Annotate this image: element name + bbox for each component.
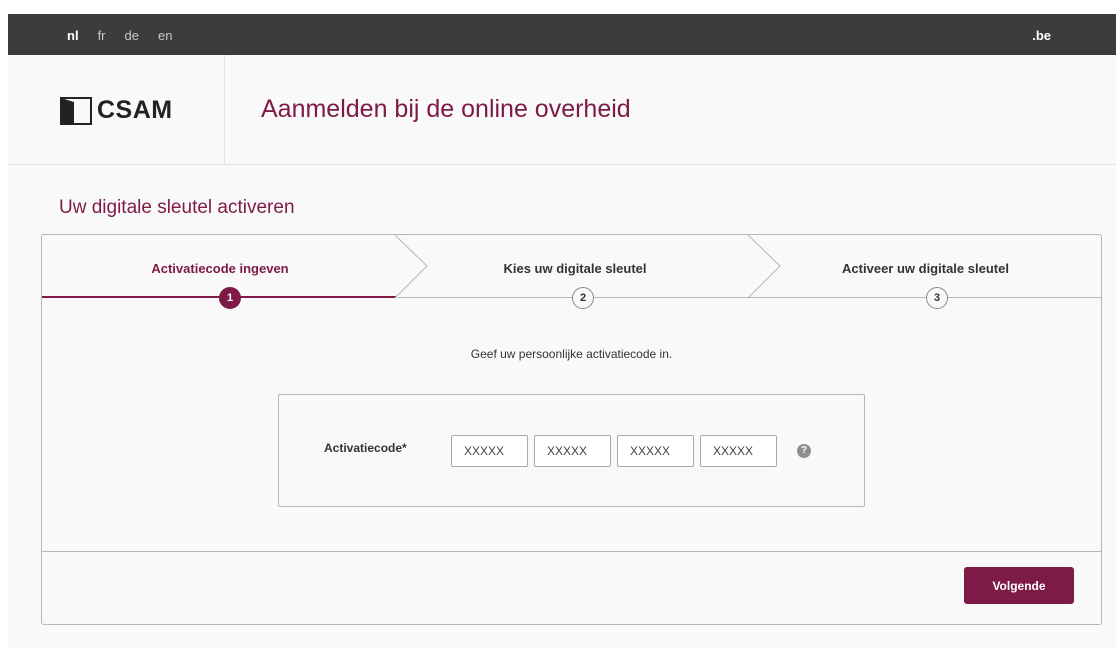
next-button[interactable]: Volgende [964, 567, 1074, 604]
site-title: Aanmelden bij de online overheid [261, 95, 631, 123]
step-2-number: 2 [572, 287, 594, 309]
instruction-text: Geef uw persoonlijke activatiecode in. [470, 347, 673, 361]
language-de[interactable]: de [125, 28, 139, 43]
activation-code-field-4[interactable] [700, 435, 777, 467]
csam-door-icon [60, 96, 92, 125]
top-bar: nl fr de en .be [8, 14, 1116, 55]
activation-code-field-3[interactable] [617, 435, 694, 467]
activation-code-field-1[interactable] [451, 435, 528, 467]
page-title: Uw digitale sleutel activeren [59, 197, 295, 218]
step-3-label: Activeer uw digitale sleutel [842, 261, 1009, 276]
language-switcher: nl fr de en [67, 28, 191, 43]
footer-divider [42, 551, 1101, 552]
step-1-number: 1 [219, 287, 241, 309]
belgium-domain-link[interactable]: .be [1032, 28, 1051, 43]
site-header: CSAM Aanmelden bij de online overheid [8, 55, 1116, 165]
language-nl[interactable]: nl [67, 28, 79, 43]
activation-wizard: Activatiecode ingeven 1 Kies uw digitale… [41, 234, 1102, 625]
activation-code-field-2[interactable] [534, 435, 611, 467]
step-1-label[interactable]: Activatiecode ingeven [42, 261, 398, 276]
language-en[interactable]: en [158, 28, 172, 43]
activation-code-box: Activatiecode* ? [278, 394, 865, 507]
step-3-number: 3 [926, 287, 948, 309]
step-2-label: Kies uw digitale sleutel [503, 261, 647, 276]
question-circle-icon[interactable]: ? [797, 444, 811, 458]
wizard-steps: Activatiecode ingeven 1 Kies uw digitale… [42, 235, 1101, 309]
activation-code-label: Activatiecode* [324, 441, 407, 455]
csam-logo[interactable]: CSAM [60, 96, 173, 125]
language-fr[interactable]: fr [98, 28, 106, 43]
logo-cell: CSAM [8, 55, 225, 165]
logo-text: CSAM [97, 96, 173, 124]
